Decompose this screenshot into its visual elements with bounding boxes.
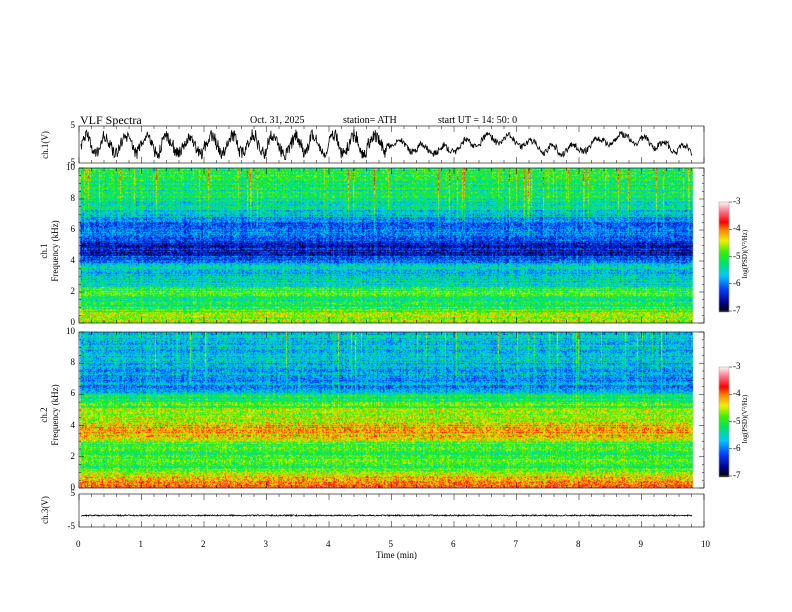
x-tick-label: 4 xyxy=(326,539,331,549)
colorbar-tick-label: -6 xyxy=(733,442,741,453)
colorbar-1 xyxy=(718,201,730,312)
vlf-spectra-figure: VLF Spectra Oct. 31, 2025 station= ATH s… xyxy=(0,0,792,612)
colorbar-tick-label: -4 xyxy=(733,223,741,234)
y-tick-label: 2 xyxy=(70,450,76,461)
y-tick-label: 2 xyxy=(70,286,76,296)
x-tick-label: 0 xyxy=(76,539,81,549)
panel-frame-s2 xyxy=(78,331,705,489)
start-time-label: start UT = 14: 50: 0 xyxy=(438,115,518,126)
x-tick-label: 2 xyxy=(201,539,206,549)
y-tick-label: -5 xyxy=(67,521,76,531)
x-tick-label: 10 xyxy=(701,539,710,549)
x-tick-label: 3 xyxy=(263,539,269,549)
ch3-waveform-ylabel: ch.3(V) xyxy=(40,496,50,524)
station-label: station= ATH xyxy=(343,115,397,126)
date-label: Oct. 31, 2025 xyxy=(250,115,305,126)
colorbar-2 xyxy=(718,366,730,477)
y-tick-label: 5 xyxy=(70,120,76,130)
y-tick-label: 8 xyxy=(70,193,76,203)
ch1-waveform-line xyxy=(80,129,693,161)
ch1-waveform-ylabel: ch.1(V) xyxy=(40,131,50,159)
figure-title: VLF Spectra xyxy=(80,113,142,127)
colorbar1-label: log(PSD)(V²/Hz) xyxy=(741,229,749,279)
colorbar-tick-label: -7 xyxy=(733,470,741,480)
colorbar-tick-label: -3 xyxy=(733,361,741,371)
y-tick-label: 5 xyxy=(70,488,76,498)
axes-layer xyxy=(78,125,732,528)
x-tick-label: 8 xyxy=(576,539,581,549)
colorbar-tick-label: -4 xyxy=(733,388,741,399)
y-tick-label: 4 xyxy=(70,419,76,430)
colorbar-tick-label: -5 xyxy=(733,415,741,426)
y-tick-label: 4 xyxy=(70,255,76,265)
y-tick-label: 8 xyxy=(70,357,76,368)
colorbar-tick-label: -3 xyxy=(733,196,741,206)
ch1-spectrogram-ylabel: ch.1 Frequency (kHz) xyxy=(39,220,60,282)
y-tick-label: 10 xyxy=(66,326,75,336)
x-tick-label: 1 xyxy=(138,539,144,549)
y-tick-label: 6 xyxy=(70,388,76,399)
ch2-spectrogram-ylabel: ch.2 Frequency (kHz) xyxy=(39,384,60,446)
x-tick-label: 6 xyxy=(451,539,456,549)
colorbar-tick-label: -5 xyxy=(733,250,741,261)
x-tick-label: 5 xyxy=(388,539,394,549)
panel-frame-s1 xyxy=(78,167,705,324)
y-tick-label: 6 xyxy=(70,224,76,234)
ch3-waveform-line xyxy=(80,513,693,518)
colorbar-tick-label: -6 xyxy=(733,277,741,288)
x-axis-label: Time (min) xyxy=(376,550,417,560)
y-tick-label: -5 xyxy=(67,157,76,167)
colorbar-tick-label: -7 xyxy=(733,305,741,315)
x-tick-label: 9 xyxy=(638,539,644,549)
colorbar2-label: log(PSD)(V²/Hz) xyxy=(741,394,749,444)
x-tick-label: 7 xyxy=(513,539,519,549)
